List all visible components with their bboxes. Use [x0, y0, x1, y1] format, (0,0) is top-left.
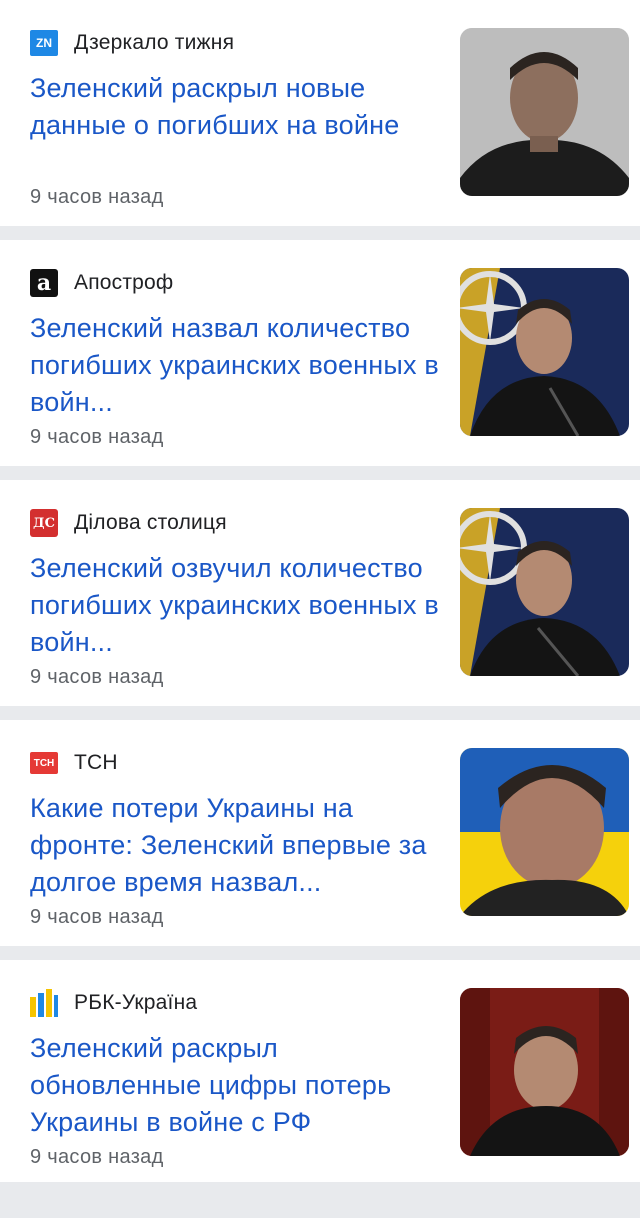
- news-card[interactable]: ДС Ділова столиця Зеленский озвучил коли…: [0, 480, 640, 706]
- person-photo-icon: [460, 508, 629, 676]
- rbk-ukraina-logo-icon: [30, 989, 58, 1017]
- source-name: РБК-Україна: [74, 991, 198, 1014]
- article-thumbnail[interactable]: [460, 988, 629, 1156]
- source-name: Ділова столиця: [74, 511, 227, 534]
- article-headline[interactable]: Зеленский назвал количество погибших укр…: [30, 310, 440, 421]
- article-thumbnail[interactable]: [460, 748, 629, 916]
- tsn-logo-icon: ТСН: [30, 752, 58, 774]
- news-card[interactable]: ZN Дзеркало тижня Зеленский раскрыл новы…: [0, 0, 640, 226]
- zn-logo-icon: ZN: [30, 30, 58, 56]
- article-headline[interactable]: Какие потери Украины на фронте: Зеленски…: [30, 790, 440, 901]
- person-photo-icon: [460, 268, 629, 436]
- article-time: 9 часов назад: [30, 666, 164, 688]
- article-thumbnail[interactable]: [460, 508, 629, 676]
- article-time: 9 часов назад: [30, 906, 164, 928]
- dilova-stolytsia-logo-icon: ДС: [30, 509, 58, 537]
- article-time: 9 часов назад: [30, 426, 164, 448]
- article-thumbnail[interactable]: [460, 28, 629, 196]
- news-card[interactable]: a Апостроф Зеленский назвал количество п…: [0, 240, 640, 466]
- source-row: ZN Дзеркало тижня: [30, 28, 234, 58]
- article-headline[interactable]: Зеленский озвучил количество погибших ук…: [30, 550, 440, 661]
- source-name: Апостроф: [74, 271, 174, 294]
- news-card[interactable]: ТСН ТСН Какие потери Украины на фронте: …: [0, 720, 640, 946]
- source-name: Дзеркало тижня: [74, 31, 235, 54]
- person-photo-icon: [460, 988, 629, 1156]
- source-name: ТСН: [74, 751, 118, 774]
- article-time: 9 часов назад: [30, 186, 164, 208]
- person-photo-icon: [460, 748, 629, 916]
- article-headline[interactable]: Зеленский раскрыл новые данные о погибши…: [30, 70, 440, 144]
- source-row: РБК-Україна: [30, 988, 197, 1018]
- source-row: ДС Ділова столиця: [30, 508, 227, 538]
- source-row: a Апостроф: [30, 268, 173, 298]
- article-thumbnail[interactable]: [460, 268, 629, 436]
- article-time: 9 часов назад: [30, 1146, 164, 1168]
- news-feed: ZN Дзеркало тижня Зеленский раскрыл новы…: [0, 0, 640, 1218]
- source-row: ТСН ТСН: [30, 748, 118, 778]
- person-photo-icon: [460, 28, 629, 196]
- article-headline[interactable]: Зеленский раскрыл обновленные цифры поте…: [30, 1030, 440, 1141]
- news-card[interactable]: РБК-Україна Зеленский раскрыл обновленны…: [0, 960, 640, 1182]
- apostrof-logo-icon: a: [30, 269, 58, 297]
